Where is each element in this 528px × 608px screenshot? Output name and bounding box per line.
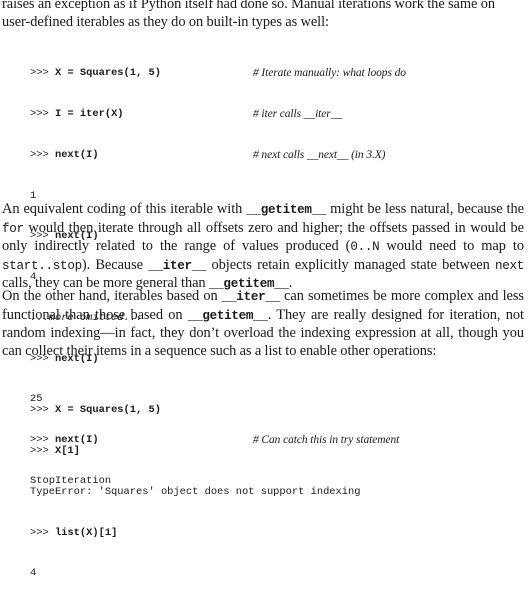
code-line: >>> I = iter(X) # iter calls __iter__ xyxy=(30,107,342,120)
inline-code: 0..N xyxy=(350,240,380,254)
paragraph-iter-limitations: On the other hand, iterables based on __… xyxy=(2,288,525,359)
code-comment: # Iterate manually: what loops do xyxy=(253,67,406,80)
inline-code: __iter__ xyxy=(221,290,280,304)
intro-line-1: raises an exception as if Python itself … xyxy=(2,0,496,12)
book-page: raises an exception as if Python itself … xyxy=(0,0,528,579)
intro-line-2: user-defined iterables as they do on bui… xyxy=(2,13,330,30)
code-line: >>> next(I) # next calls __next__ (in 3.X… xyxy=(30,148,386,161)
paragraph-getitem-comparison: An equivalent coding of this iterable wi… xyxy=(2,201,524,291)
inline-code: __getitem__ xyxy=(246,203,327,217)
code-line: >>> X[1] xyxy=(30,444,80,457)
code-line: >>> X = Squares(1, 5) # Iterate manually:… xyxy=(30,67,406,80)
inline-code: __getitem__ xyxy=(187,308,268,323)
intro-paragraph: raises an exception as if Python itself … xyxy=(2,0,524,31)
inline-code: for xyxy=(2,221,24,236)
code-line: >>> list(X)[1] xyxy=(30,526,118,539)
code-line: >>> X = Squares(1, 5) xyxy=(30,404,161,417)
code-output: 4 xyxy=(30,567,37,580)
code-output: TypeError: 'Squares' object does not sup… xyxy=(30,485,361,498)
code-block-indexing: >>> X = Squares(1, 5) >>> X[1] TypeError… xyxy=(30,377,360,608)
inline-code: __iter__ xyxy=(148,258,207,273)
code-comment: # iter calls __iter__ xyxy=(253,107,342,120)
inline-code: start..stop xyxy=(2,258,82,273)
code-comment: # next calls __next__ (in 3.X) xyxy=(253,148,386,161)
inline-code: next xyxy=(494,258,524,273)
